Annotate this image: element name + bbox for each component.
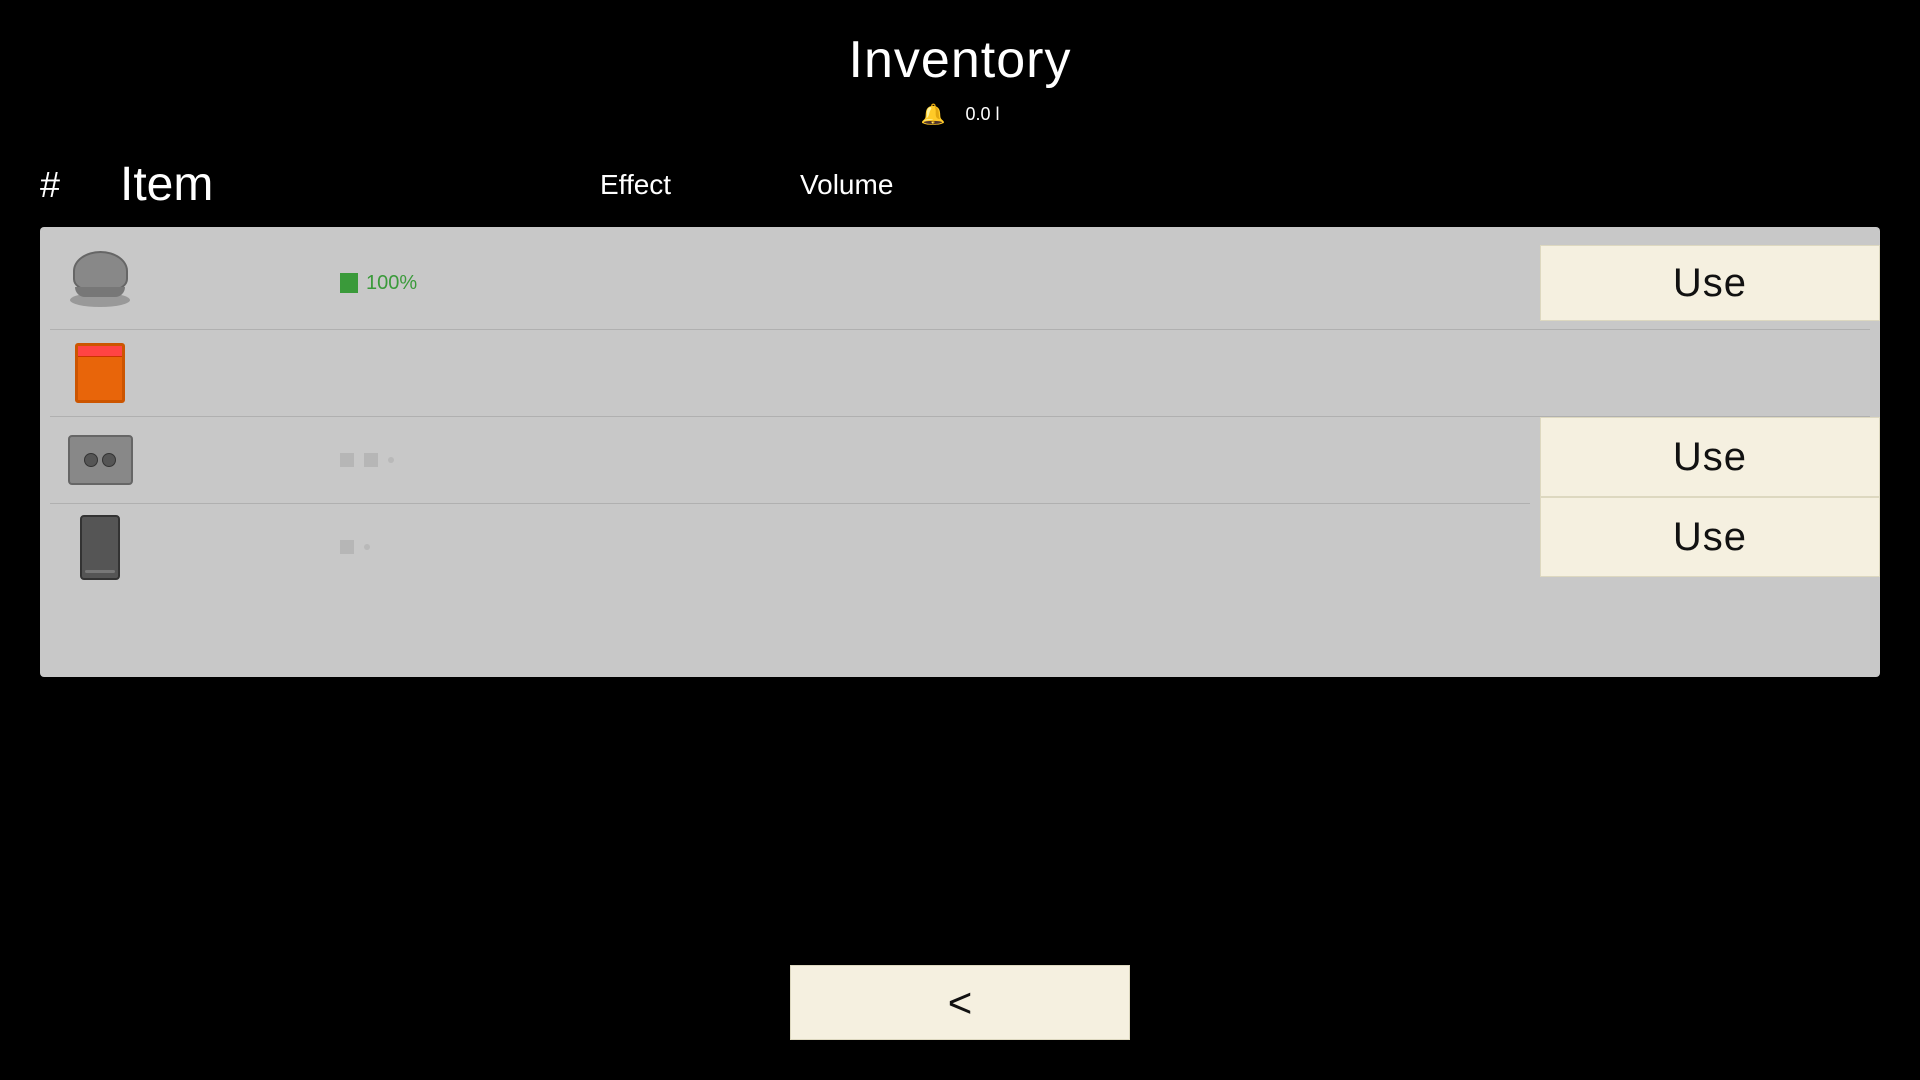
row-left-2: [60, 338, 1540, 408]
header-stats: 🔔 0.0 l: [0, 102, 1920, 127]
use-button-4[interactable]: Use: [1540, 497, 1880, 577]
effect-bar-container: 100%: [340, 272, 417, 295]
small-dot: [388, 457, 394, 463]
double-row-right: Use Use: [1540, 417, 1880, 590]
radio-circle-1: [84, 453, 98, 467]
column-headers: # Item Effect Volume: [0, 127, 1920, 227]
page-title: Inventory: [0, 30, 1920, 90]
double-row-section: Use Use: [40, 417, 1880, 590]
col-volume: Volume: [800, 169, 1000, 201]
col-effect: Effect: [600, 169, 800, 201]
table-row: [40, 417, 1540, 503]
item-icon-1: [60, 248, 140, 318]
table-row: 100% Use: [40, 237, 1880, 329]
bell-icon: 🔔: [921, 102, 946, 127]
header: Inventory 🔔 0.0 l: [0, 0, 1920, 127]
small-bar-icon: [340, 453, 354, 467]
double-row-left: [40, 417, 1540, 590]
row-effects-3: [140, 453, 1540, 467]
row-right-1: Use: [1540, 245, 1880, 321]
effect-bar-icon: [340, 273, 358, 293]
col-item: Item: [120, 157, 500, 212]
row-left-3: [60, 425, 1540, 495]
row-effects-1: 100%: [140, 272, 1540, 295]
item-icon-2: [60, 338, 140, 408]
small-bar-icon: [364, 453, 378, 467]
back-button-area: <: [790, 965, 1130, 1040]
row-effects-4: [140, 540, 1540, 554]
volume-value: 0.0 l: [965, 104, 999, 125]
small-bar-icon: [340, 540, 354, 554]
item-icon-3: [60, 425, 140, 495]
back-button[interactable]: <: [790, 965, 1130, 1040]
radio-circle-2: [102, 453, 116, 467]
use-button-1[interactable]: Use: [1540, 245, 1880, 321]
use-button-3[interactable]: Use: [1540, 417, 1880, 497]
item-icon-4: [60, 512, 140, 582]
table-row: [40, 504, 1540, 590]
col-hash: #: [40, 164, 120, 206]
table-row: [40, 330, 1880, 416]
row-left-4: [60, 512, 1540, 582]
effect-percent: 100%: [366, 272, 417, 295]
small-dot: [364, 544, 370, 550]
inventory-area: 100% Use: [40, 227, 1880, 677]
row-left-1: 100%: [60, 248, 1540, 318]
row-right-2: [1540, 338, 1880, 408]
